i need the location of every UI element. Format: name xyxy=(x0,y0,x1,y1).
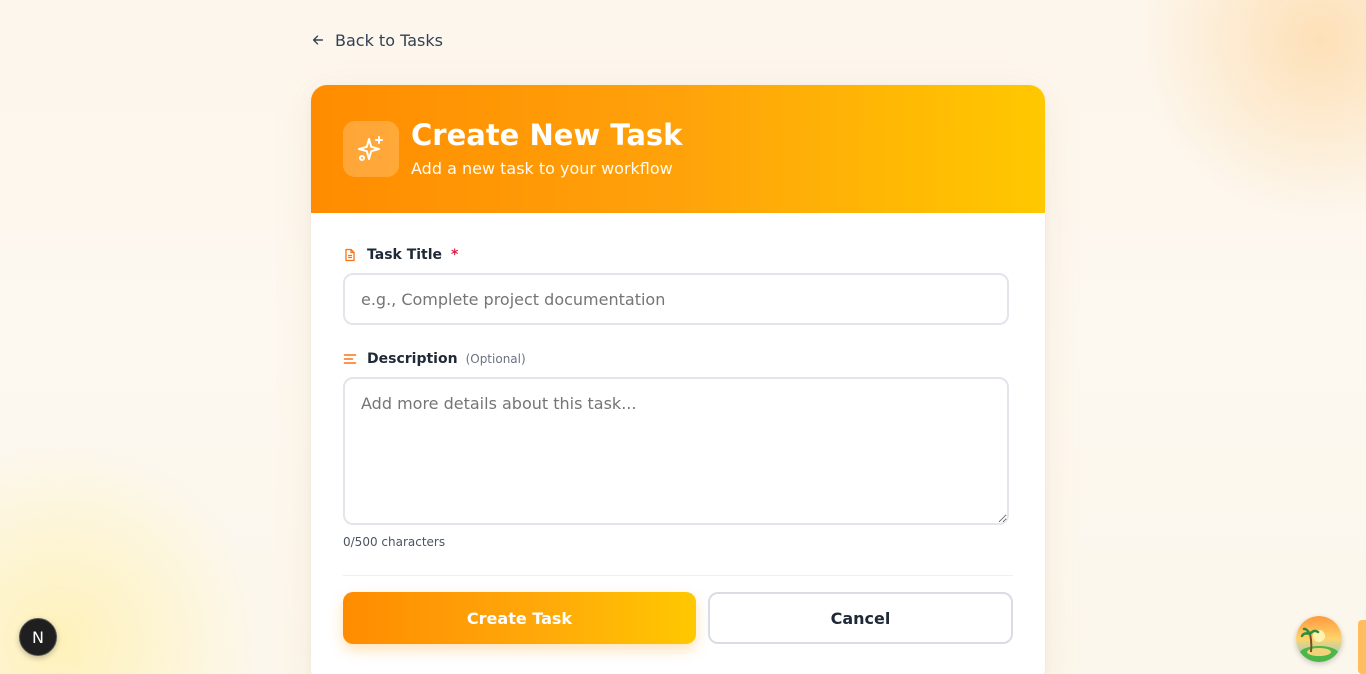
cancel-button[interactable]: Cancel xyxy=(708,592,1013,644)
text-lines-icon xyxy=(343,352,357,366)
page-title: Create New Task xyxy=(411,118,683,152)
optional-hint: (Optional) xyxy=(465,352,526,366)
sparkles-icon xyxy=(343,121,399,177)
document-icon xyxy=(343,248,357,262)
description-label-text: Description xyxy=(367,351,458,367)
back-to-tasks-link[interactable]: Back to Tasks xyxy=(311,29,443,51)
task-title-label: Task Title * xyxy=(343,245,458,265)
required-marker: * xyxy=(451,247,459,263)
card-header: Create New Task Add a new task to your w… xyxy=(311,85,1045,213)
arrow-left-icon xyxy=(312,35,324,45)
character-counter: 0/500 characters xyxy=(343,535,446,549)
create-task-button[interactable]: Create Task xyxy=(343,592,696,644)
user-avatar[interactable] xyxy=(1296,616,1342,662)
page-subtitle: Add a new task to your workflow xyxy=(411,159,673,178)
description-textarea[interactable] xyxy=(343,377,1009,525)
description-label: Description (Optional) xyxy=(343,349,526,369)
scrollbar-thumb[interactable] xyxy=(1358,620,1366,674)
divider xyxy=(343,575,1013,576)
task-title-label-text: Task Title xyxy=(367,247,443,263)
back-link-label: Back to Tasks xyxy=(335,30,443,50)
task-title-input[interactable] xyxy=(343,273,1009,325)
dev-tools-badge[interactable]: N xyxy=(19,618,57,656)
create-task-card: Create New Task Add a new task to your w… xyxy=(311,85,1045,674)
